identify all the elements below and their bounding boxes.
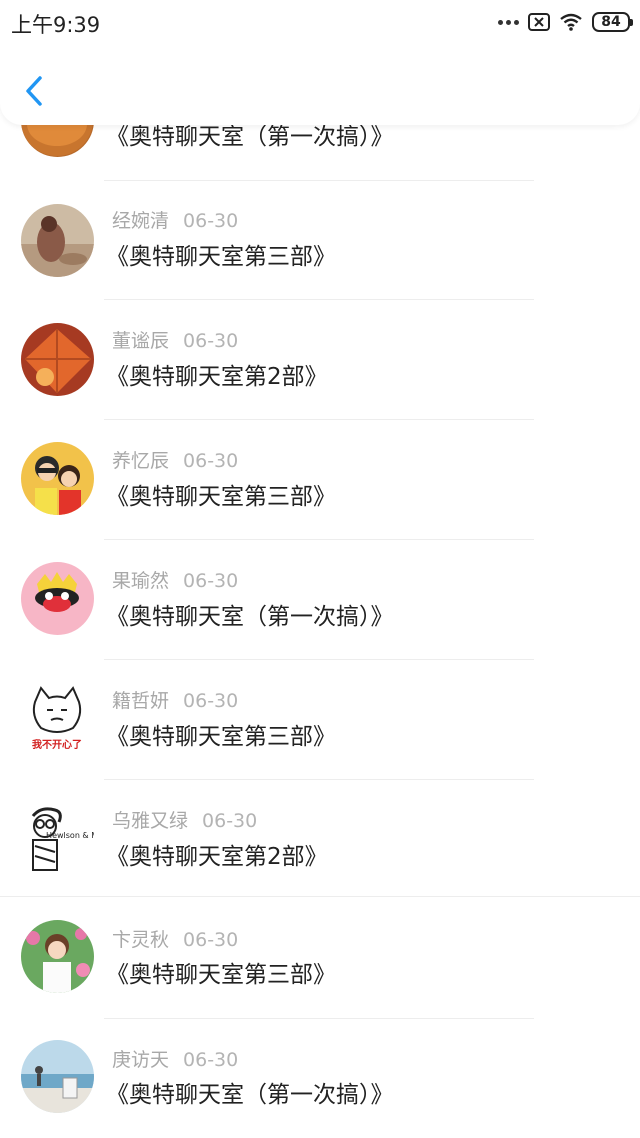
- message-date: 06-30: [183, 570, 239, 592]
- message-meta: 经婉清 06-30: [112, 209, 238, 233]
- sender-name[interactable]: 董谧辰: [112, 330, 169, 352]
- sender-name[interactable]: 卞灵秋: [112, 929, 169, 951]
- message-meta: 董谧辰 06-30: [112, 329, 238, 353]
- message-title: 《奥特聊天室第三部》: [106, 724, 336, 750]
- sender-name[interactable]: 养忆辰: [112, 450, 169, 472]
- sender-name[interactable]: 籍哲妍: [112, 690, 169, 712]
- orange-leaf-avatar: [21, 323, 94, 396]
- sketch-boy-avatar: Hewlson & Moe: [21, 802, 94, 875]
- list-item[interactable]: 董谧辰 06-30 《奥特聊天室第2部》: [0, 300, 640, 420]
- message-date: 06-30: [183, 450, 239, 472]
- back-chevron-icon[interactable]: [20, 72, 50, 110]
- message-title: 《奥特聊天室（第一次搞）》: [106, 1082, 394, 1108]
- sender-name[interactable]: 果瑜然: [112, 570, 169, 592]
- status-icons: 84: [498, 10, 633, 34]
- list-item[interactable]: 卞灵秋 06-30 《奥特聊天室第三部》: [0, 900, 640, 1020]
- message-title: 《奥特聊天室第2部》: [106, 844, 328, 870]
- list-item[interactable]: 我不开心了 籍哲妍 06-30 《奥特聊天室第三部》: [0, 660, 640, 780]
- cartoon-couple-avatar: [21, 442, 94, 515]
- monkey-crown-avatar: [21, 562, 94, 635]
- message-date: 06-30: [183, 1049, 239, 1071]
- list-item[interactable]: 果瑜然 06-30 《奥特聊天室（第一次搞）》: [0, 540, 640, 660]
- sim-disabled-icon: [528, 13, 550, 31]
- message-title: 《奥特聊天室第2部》: [106, 364, 328, 390]
- sender-name[interactable]: 经婉清: [112, 210, 169, 232]
- message-date: 06-30: [183, 690, 239, 712]
- status-time: 上午9:39: [11, 13, 101, 37]
- sender-name[interactable]: 庚访天: [112, 1049, 169, 1071]
- avatar-caption: Hewlson & Moe: [46, 831, 94, 840]
- divider: [104, 1018, 534, 1019]
- message-meta: 养忆辰 06-30: [112, 449, 238, 473]
- list-item[interactable]: 养忆辰 06-30 《奥特聊天室第三部》: [0, 420, 640, 540]
- message-date: 06-30: [183, 330, 239, 352]
- avatar-caption: 我不开心了: [32, 738, 82, 751]
- seaside-avatar: [21, 1040, 94, 1113]
- list-item[interactable]: Hewlson & Moe 乌雅又绿 06-30 《奥特聊天室第2部》: [0, 780, 640, 900]
- message-list: 《奥特聊天室（第一次搞）》 经婉清 06-30 《奥特聊天室第三部》 董谧辰 06-…: [0, 0, 640, 1138]
- wifi-icon: [560, 13, 582, 31]
- message-title: 《奥特聊天室第三部》: [106, 484, 336, 510]
- battery-icon: 84: [592, 12, 633, 32]
- message-meta: 庚访天 06-30: [112, 1048, 238, 1072]
- message-title: 《奥特聊天室第三部》: [106, 244, 336, 270]
- list-item[interactable]: 庚访天 06-30 《奥特聊天室（第一次搞）》: [0, 1020, 640, 1138]
- message-meta: 乌雅又绿 06-30: [112, 809, 257, 833]
- message-title: 《奥特聊天室（第一次搞）》: [106, 604, 394, 630]
- message-meta: 籍哲妍 06-30: [112, 689, 238, 713]
- girl-flowers-avatar: [21, 920, 94, 993]
- list-item[interactable]: 经婉清 06-30 《奥特聊天室第三部》: [0, 180, 640, 300]
- message-title: 《奥特聊天室（第一次搞）》: [106, 124, 394, 150]
- message-meta: 卞灵秋 06-30: [112, 928, 238, 952]
- girl-beach-avatar: [21, 204, 94, 277]
- message-meta: 果瑜然 06-30: [112, 569, 238, 593]
- sender-name[interactable]: 乌雅又绿: [112, 810, 188, 832]
- message-title: 《奥特聊天室第三部》: [106, 962, 336, 988]
- message-date: 06-30: [202, 810, 258, 832]
- unhappy-cat-avatar: 我不开心了: [21, 682, 94, 755]
- header: 上午9:39 84: [0, 0, 640, 125]
- divider: [0, 896, 640, 897]
- message-date: 06-30: [183, 929, 239, 951]
- message-date: 06-30: [183, 210, 239, 232]
- more-dots-icon: [498, 19, 519, 25]
